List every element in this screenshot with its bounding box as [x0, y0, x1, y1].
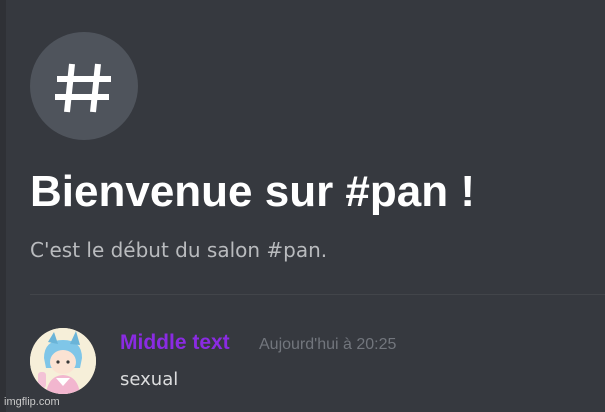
message-author[interactable]: Middle text: [120, 328, 230, 358]
message-content: sexual: [120, 369, 179, 390]
avatar[interactable]: [30, 328, 96, 394]
avatar-icon: [30, 328, 96, 394]
sidebar-edge: [0, 0, 6, 412]
hash-icon: [55, 63, 111, 113]
message-timestamp: Aujourd'hui à 20:25: [259, 336, 397, 353]
welcome-title: Bienvenue sur #pan !: [30, 167, 476, 216]
chat-area: Bienvenue sur #pan ! C'est le début du s…: [0, 0, 605, 412]
watermark: imgflip.com: [4, 396, 60, 408]
channel-icon-circle: [30, 32, 138, 140]
divider: [30, 294, 605, 295]
welcome-subtitle: C'est le début du salon #pan.: [30, 238, 328, 262]
